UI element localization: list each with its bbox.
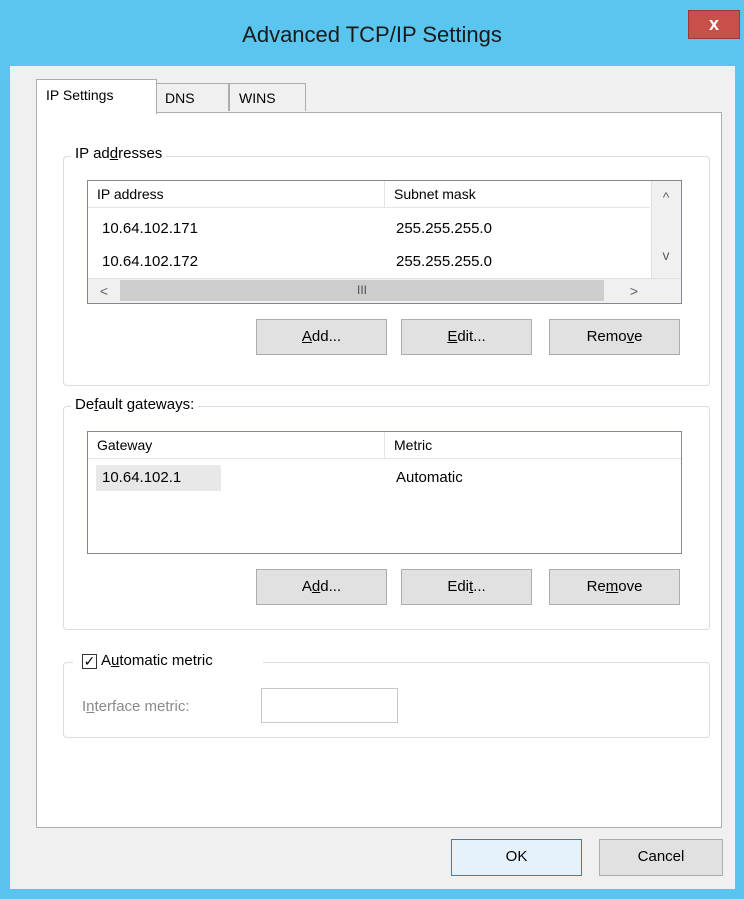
tab-ip-settings[interactable]: IP Settings xyxy=(36,79,157,114)
ok-button[interactable]: OK xyxy=(451,839,582,876)
remove-ip-address-button[interactable]: Remove xyxy=(549,319,680,355)
ip-address-column-header[interactable]: IP address xyxy=(88,181,384,208)
close-button[interactable]: x xyxy=(688,10,740,39)
tab-ip-settings-label: IP Settings xyxy=(46,87,114,103)
edit-gateway-button[interactable]: Edit... xyxy=(401,569,532,605)
ip-addresses-list[interactable]: IP address Subnet mask 10.64.102.171 255… xyxy=(87,180,682,304)
tab-dns[interactable]: DNS xyxy=(155,83,229,111)
scrollbar-corner xyxy=(651,278,681,303)
scroll-right-icon[interactable]: > xyxy=(620,280,648,302)
default-gateways-list[interactable]: Gateway Metric 10.64.102.1 Automatic xyxy=(87,431,682,554)
add-ip-address-button[interactable]: Add... xyxy=(256,319,387,355)
automatic-metric-label[interactable]: Automatic metric xyxy=(99,652,215,670)
interface-metric-input[interactable] xyxy=(261,688,398,723)
subnet-mask-column-header[interactable]: Subnet mask xyxy=(385,181,650,208)
cancel-button[interactable]: Cancel xyxy=(599,839,723,876)
gateway-cell[interactable]: 10.64.102.1 xyxy=(102,467,181,489)
metric-cell[interactable]: Automatic xyxy=(396,467,463,489)
ip-address-cell[interactable]: 10.64.102.172 xyxy=(102,251,198,273)
gateway-column-header[interactable]: Gateway xyxy=(88,432,384,459)
interface-metric-label: Interface metric: xyxy=(82,698,190,715)
default-gateways-group-label: Default gateways: xyxy=(71,396,199,414)
scroll-left-icon[interactable]: < xyxy=(90,280,118,302)
subnet-mask-cell[interactable]: 255.255.255.0 xyxy=(396,251,492,273)
add-gateway-button[interactable]: Add... xyxy=(256,569,387,605)
window-title: Advanced TCP/IP Settings xyxy=(242,22,502,47)
ip-addresses-group-label: IP addresses xyxy=(71,145,167,163)
ip-address-cell[interactable]: 10.64.102.171 xyxy=(102,218,198,240)
tab-wins[interactable]: WINS xyxy=(229,83,306,111)
tab-dns-label: DNS xyxy=(165,90,195,106)
edit-ip-address-button[interactable]: Edit... xyxy=(401,319,532,355)
scroll-up-icon[interactable]: ^ xyxy=(652,185,680,209)
tab-wins-label: WINS xyxy=(239,90,276,106)
ip-settings-tab-page: IP addresses IP address Subnet mask 10.6… xyxy=(36,112,722,828)
horizontal-scroll-thumb[interactable]: III xyxy=(120,280,604,301)
automatic-metric-checkbox[interactable]: ✓ xyxy=(82,654,97,669)
metric-column-header[interactable]: Metric xyxy=(385,432,681,459)
scroll-down-icon[interactable]: v xyxy=(652,243,680,267)
remove-gateway-button[interactable]: Remove xyxy=(549,569,680,605)
subnet-mask-cell[interactable]: 255.255.255.0 xyxy=(396,218,492,240)
